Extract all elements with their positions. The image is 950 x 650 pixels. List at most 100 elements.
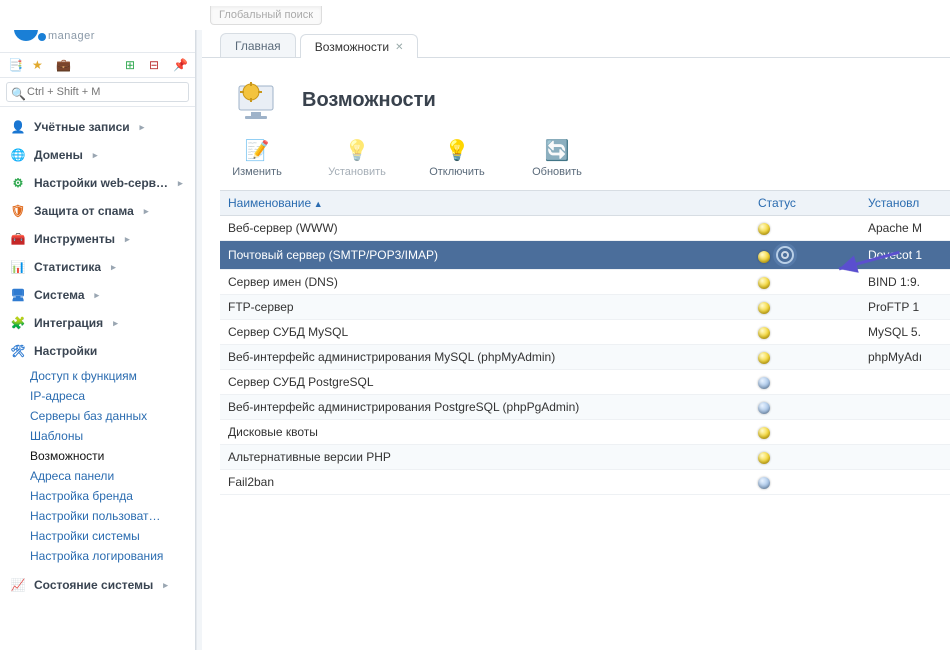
main-area: Главная Возможности ✕ Возможности 📝Изменит… — [202, 30, 950, 650]
cell-status — [750, 241, 860, 270]
table-row[interactable]: FTP-сервер ProFTP 1 — [220, 295, 950, 320]
table-row[interactable]: Сервер имен (DNS)BIND 1:9. — [220, 270, 950, 295]
table-row[interactable]: Веб-интерфейс администрирования PostgreS… — [220, 395, 950, 420]
sidebar-item-9[interactable]: 📈Состояние системы▸ — [0, 571, 195, 599]
sidebar-subitem-1[interactable]: IP-адреса — [30, 387, 180, 405]
cell-status — [750, 295, 860, 320]
sidebar-item-7[interactable]: 🧩Интеграция▸ — [0, 309, 195, 337]
cell-installed: Apache M — [860, 216, 950, 241]
sidebar-item-label: Домены — [34, 148, 83, 162]
logo-icon — [14, 30, 44, 43]
tab-0[interactable]: Главная — [220, 33, 296, 57]
cell-status — [750, 216, 860, 241]
sidebar-subitem-0[interactable]: Доступ к функциям — [30, 367, 180, 385]
cell-status — [750, 470, 860, 495]
collapse-all-icon[interactable]: ⊟ — [149, 58, 163, 72]
cell-status — [750, 345, 860, 370]
status-on-icon — [758, 251, 770, 263]
page-header-icon — [228, 76, 286, 124]
sidebar-item-4[interactable]: 🧰Инструменты▸ — [0, 225, 195, 253]
sidebar-subitem-5[interactable]: Адреса панели — [30, 467, 180, 485]
pin-icon[interactable]: 📌 — [173, 58, 187, 72]
processing-icon — [776, 246, 794, 264]
sidebar-item-icon: 🧩 — [10, 315, 26, 331]
table-row[interactable]: Веб-сервер (WWW)Apache M — [220, 216, 950, 241]
table-row[interactable]: Почтовый сервер (SMTP/POP3/IMAP)Dovecot … — [220, 241, 950, 270]
sidebar-item-icon: 🌐 — [10, 147, 26, 163]
sidebar-item-label: Состояние системы — [34, 578, 153, 592]
refresh-icon: 🔄 — [545, 138, 569, 162]
sidebar-item-icon: 🧰 — [10, 231, 26, 247]
cell-installed — [860, 470, 950, 495]
list-icon[interactable]: 📑 — [8, 58, 22, 72]
cell-installed — [860, 370, 950, 395]
action-edit[interactable]: 📝Изменить — [224, 138, 290, 178]
page-title: Возможности — [302, 89, 436, 112]
sidebar-item-0[interactable]: 👤Учётные записи▸ — [0, 113, 195, 141]
cell-name: Веб-интерфейс администрирования MySQL (p… — [220, 345, 750, 370]
sidebar-subitem-3[interactable]: Шаблоны — [30, 427, 180, 445]
star-icon[interactable]: ★ — [32, 58, 46, 72]
logo[interactable]: ISP manager — [0, 30, 195, 52]
page-header: Возможности — [228, 76, 950, 124]
tab-1[interactable]: Возможности ✕ — [300, 34, 419, 58]
close-icon[interactable]: ✕ — [395, 42, 403, 53]
sidebar-item-1[interactable]: 🌐 Домены ▸ — [0, 141, 195, 169]
sidebar-nav: 👤 Учётные записи ▸ 🌐 Домены ▸ ⚙Настройки web-с… — [0, 107, 195, 650]
disable-icon: 💡 — [445, 138, 469, 162]
sidebar-item-label: Система — [34, 288, 85, 302]
chevron-right-icon: ▸ — [93, 150, 98, 161]
cell-name: Альтернативные версии PHP — [220, 445, 750, 470]
col-header-name[interactable]: Наименование — [220, 191, 750, 216]
chevron-right-icon: ▸ — [125, 234, 130, 245]
cell-name: Сервер имен (DNS) — [220, 270, 750, 295]
tab-label: Возможности — [315, 40, 389, 54]
cell-status — [750, 320, 860, 345]
chevron-right-icon: ▸ — [95, 290, 100, 301]
action-disable[interactable]: 💡 Отключить — [424, 138, 490, 178]
col-header-status[interactable]: Статус — [750, 191, 860, 216]
cell-status — [750, 395, 860, 420]
briefcase-icon[interactable]: 💼 — [56, 58, 70, 72]
table-row[interactable]: Дисковые квоты — [220, 420, 950, 445]
action-install: 💡Установить — [324, 138, 390, 178]
table-row[interactable]: Сервер СУБД MySQLMySQL 5. — [220, 320, 950, 345]
sidebar-item-5[interactable]: 📊Статистика▸ — [0, 253, 195, 281]
expand-all-icon[interactable]: ⊞ — [125, 58, 139, 72]
sidebar-item-6[interactable]: 🖥Система▸ — [0, 281, 195, 309]
col-header-installed[interactable]: Установл — [860, 191, 950, 216]
cell-name: Сервер СУБД MySQL — [220, 320, 750, 345]
cell-name: FTP-сервер — [220, 295, 750, 320]
cell-name: Дисковые квоты — [220, 420, 750, 445]
cell-installed: ProFTP 1 — [860, 295, 950, 320]
sidebar-item-label: Настройки — [34, 344, 97, 358]
table-row[interactable]: Fail2ban — [220, 470, 950, 495]
global-search[interactable]: Глобальный поиск — [210, 6, 322, 25]
sidebar-subitem-7[interactable]: Настройки пользоват… — [30, 507, 180, 525]
sidebar-subitem-2[interactable]: Серверы баз данных — [30, 407, 180, 425]
chevron-right-icon: ▸ — [163, 580, 168, 591]
sidebar-item-icon: 👤 — [10, 119, 26, 135]
tab-bar: Главная Возможности ✕ — [202, 30, 950, 58]
table-row[interactable]: Веб-интерфейс администрирования MySQL (p… — [220, 345, 950, 370]
search-icon: 🔍 — [11, 87, 26, 101]
status-off-icon — [758, 477, 770, 489]
sidebar-item-8[interactable]: 🛠Настройки — [0, 337, 195, 365]
action-refresh[interactable]: 🔄Обновить — [524, 138, 590, 178]
sidebar-search-input[interactable] — [6, 82, 189, 102]
table-row[interactable]: Сервер СУБД PostgreSQL — [220, 370, 950, 395]
sidebar-item-label: Учётные записи — [34, 120, 130, 134]
action-label: Изменить — [232, 166, 282, 178]
cell-installed: Dovecot 1 — [860, 241, 950, 270]
sidebar-subitem-6[interactable]: Настройка бренда — [30, 487, 180, 505]
action-label: Отключить — [429, 166, 485, 178]
cell-status — [750, 420, 860, 445]
sidebar-subitem-8[interactable]: Настройки системы — [30, 527, 180, 545]
cell-installed — [860, 395, 950, 420]
sidebar-item-icon: 📊 — [10, 259, 26, 275]
sidebar-item-2[interactable]: ⚙Настройки web-серв…▸ — [0, 169, 195, 197]
sidebar-subitem-4[interactable]: Возможности — [30, 447, 180, 465]
sidebar-subitem-9[interactable]: Настройка логирования — [30, 547, 180, 565]
table-row[interactable]: Альтернативные версии PHP — [220, 445, 950, 470]
sidebar-item-3[interactable]: 🛡Защита от спама▸ — [0, 197, 195, 225]
